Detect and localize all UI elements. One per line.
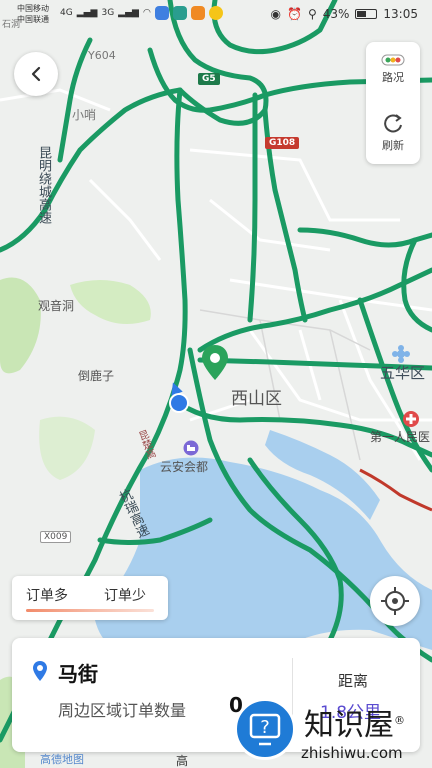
clock: 13:05 [383, 7, 418, 21]
alarm-icon: ⏰ [286, 7, 302, 21]
map-label: 云安会都 [160, 460, 209, 474]
eye-icon: ◉ [270, 7, 281, 21]
app-notification-icon [208, 6, 223, 20]
traffic-light-icon [381, 54, 405, 66]
back-button[interactable] [14, 52, 58, 96]
watermark-domain: zhishiwu.com [301, 744, 403, 762]
district-label: 西山区 [231, 389, 282, 409]
destination-pin-icon[interactable] [200, 344, 230, 384]
signal-icon: ▂▄▆ [118, 8, 139, 18]
district-label: 五华区 [380, 364, 426, 382]
map-label: 高 [176, 754, 189, 768]
registered-mark: ® [394, 714, 405, 727]
app-notification-icon [172, 6, 187, 20]
map-road-code: X009 [40, 531, 72, 543]
orders-count-label: 周边区域订单数量 [58, 701, 187, 720]
status-bar: 中国移动 中国联通 4G ▂▄▆ 3G ▂▄▆ ◠ ◉ ⏰ ⚲ 43% 13:0… [0, 0, 432, 30]
carrier-2: 中国联通 [17, 15, 49, 24]
current-location-icon [169, 382, 189, 413]
watermark-title: 知识屋® [304, 700, 405, 744]
place-name: 马街 [58, 662, 98, 686]
refresh-label: 刷新 [382, 139, 404, 152]
question-monitor-icon: ? [249, 713, 281, 746]
signal-icon: ▂▄▆ [76, 8, 98, 18]
wifi-icon: ◠ [142, 8, 151, 18]
highway-shield: G108 [265, 137, 300, 149]
map-label: 观音洞 [38, 299, 75, 313]
map-tools-panel: 路况 刷新 [366, 42, 420, 164]
map-label: Y604 [88, 49, 116, 62]
legend-less-label: 订单少 [104, 588, 146, 604]
map-label: 倒鹿子 [78, 369, 115, 383]
traffic-label: 路况 [382, 71, 404, 84]
legend-gradient-bar [26, 609, 154, 612]
order-density-legend: 订单多 订单少 [12, 576, 168, 620]
chevron-left-icon [31, 66, 41, 82]
traffic-button[interactable]: 路况 [366, 54, 420, 85]
battery-level [357, 11, 366, 17]
signal-label-1: 4G [60, 8, 73, 18]
landmark-icon [392, 345, 410, 363]
carrier-1: 中国移动 [17, 4, 49, 13]
refresh-button[interactable]: 刷新 [366, 112, 420, 153]
map-label: 小哨 [72, 108, 97, 122]
status-left-icons: 4G ▂▄▆ 3G ▂▄▆ ◠ [60, 6, 223, 20]
map-label: 第一人民医 [370, 430, 431, 444]
highway-shield: G5 [198, 73, 220, 85]
app-notification-icon [154, 6, 169, 20]
status-right-icons: ◉ ⏰ ⚲ 43% 13:05 [271, 7, 419, 21]
svg-text:?: ? [260, 717, 270, 738]
battery-icon [355, 9, 378, 19]
map-brand-logo: 高德地图 [40, 753, 84, 766]
locate-button[interactable] [370, 576, 420, 626]
crosshair-icon [381, 587, 409, 615]
legend-more-label: 订单多 [26, 588, 68, 604]
hotel-icon [183, 440, 199, 456]
refresh-icon [384, 114, 402, 133]
carrier-info: 中国移动 中国联通 [17, 3, 49, 25]
battery-percent: 43% [322, 7, 350, 21]
watermark-logo-icon: ? [234, 698, 296, 760]
location-icon: ⚲ [307, 7, 317, 21]
signal-label-2: 3G [101, 8, 115, 18]
app-notification-icon [190, 6, 205, 20]
hospital-icon [403, 411, 419, 427]
location-pin-icon [33, 661, 47, 681]
map-road-label: 昆明绕城高速 [36, 146, 51, 224]
distance-label: 距离 [338, 672, 369, 690]
watermark-title-text: 知识屋 [304, 708, 394, 743]
